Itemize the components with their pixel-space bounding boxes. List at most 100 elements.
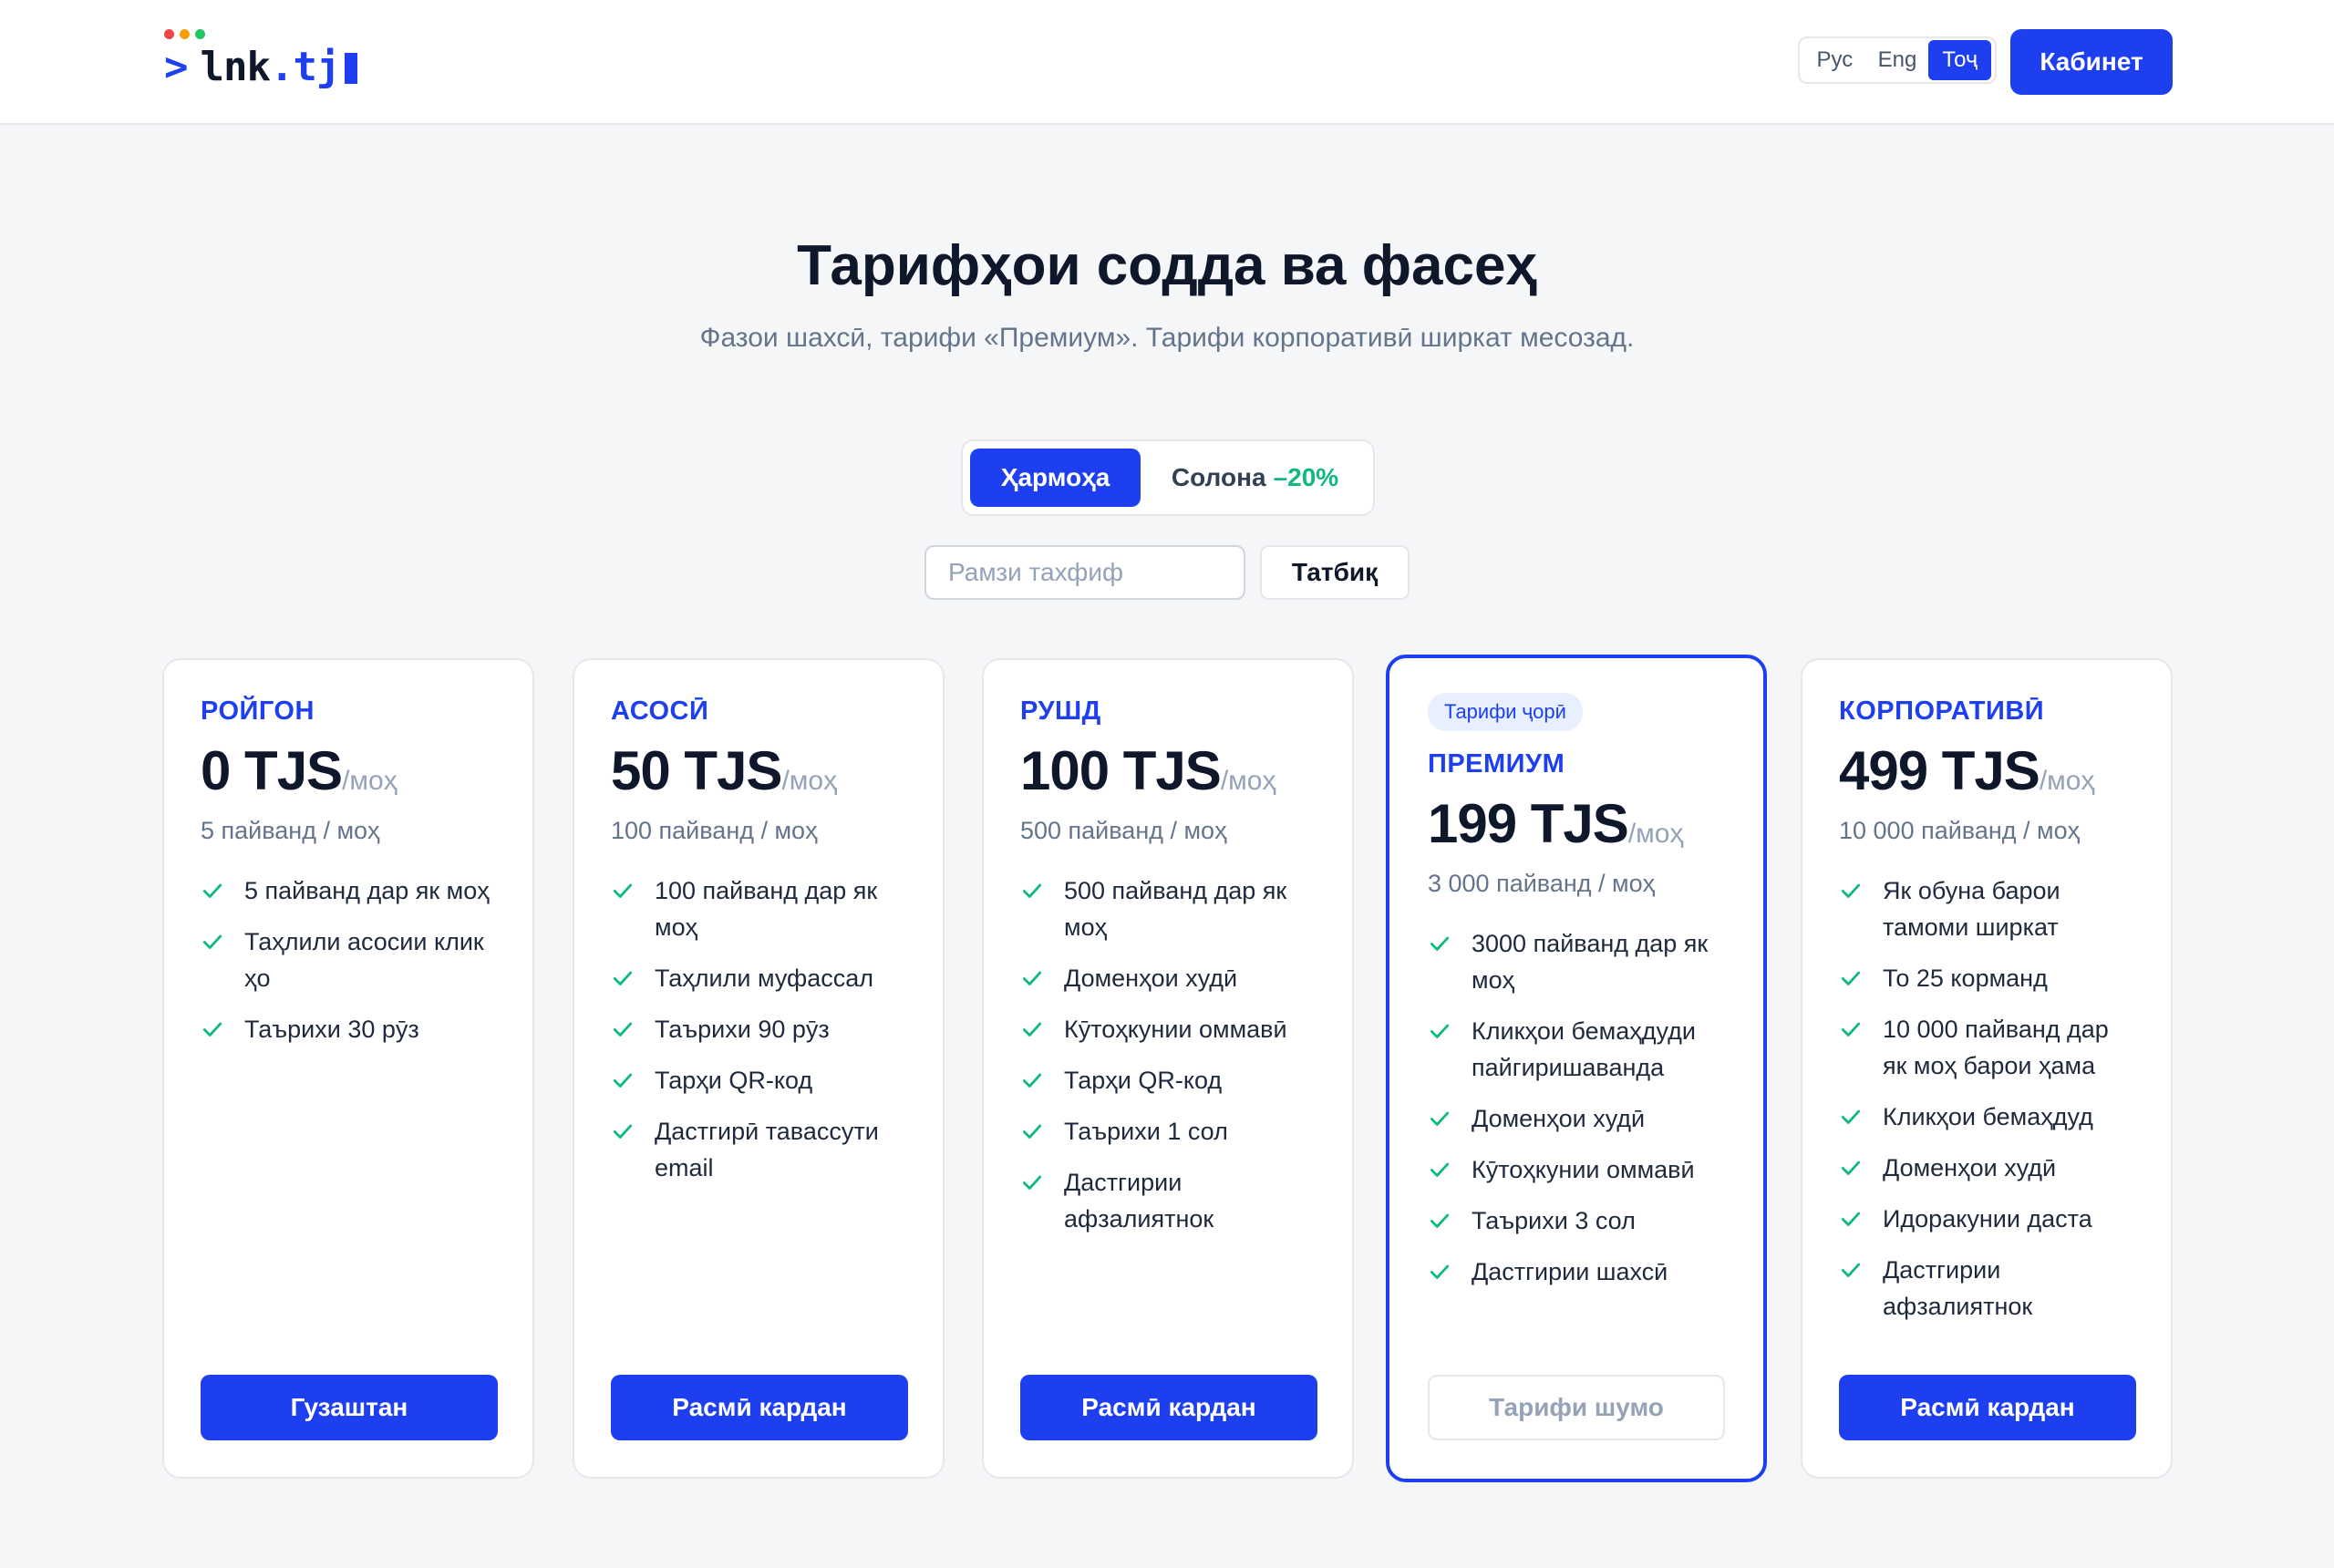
feature-text: То 25 корманд <box>1883 965 2048 992</box>
plan-card-basic: АСОСӢ 50 TJS/моҳ 100 пайванд / моҳ 100 п… <box>573 658 945 1479</box>
check-icon <box>1020 1011 1048 1047</box>
plan-action-button[interactable]: Расмӣ кардан <box>611 1375 908 1440</box>
lang-en-button[interactable]: Eng <box>1866 40 1929 80</box>
feature-item: Доменҳои худӣ <box>1839 1150 2134 1186</box>
logo-text: > lnk.tj <box>164 44 358 90</box>
feature-item: Дастгирии шахсӣ <box>1428 1253 1727 1290</box>
check-icon <box>1839 872 1866 909</box>
plan-action-button[interactable]: Расмӣ кардан <box>1020 1375 1317 1440</box>
check-icon <box>1020 1164 1048 1201</box>
feature-text: 500 пайванд дар як моҳ <box>1064 877 1287 941</box>
current-plan-badge: Тарифи ҷорӣ <box>1428 693 1583 731</box>
plan-name: КОРПОРАТИВӢ <box>1839 696 2045 726</box>
feature-text: 100 пайванд дар як моҳ <box>655 877 878 941</box>
check-icon <box>1428 1253 1455 1290</box>
check-icon <box>611 1011 638 1047</box>
check-icon <box>1020 1113 1048 1150</box>
price-row: 100 TJS/моҳ <box>1020 739 1316 802</box>
lang-tj-button[interactable]: Тоҷ <box>1928 40 1992 80</box>
plan-link-quota: 3 000 пайванд / моҳ <box>1428 870 1656 897</box>
plan-name: АСОСӢ <box>611 696 709 726</box>
feature-text: Дастгирӣ тавассути email <box>655 1118 879 1181</box>
plan-action-button[interactable]: Расмӣ кардан <box>1839 1375 2136 1440</box>
current-plan-button[interactable]: Тарифи шумо <box>1428 1375 1725 1440</box>
plan-name: РУШД <box>1020 696 1101 726</box>
cursor-icon <box>345 53 358 84</box>
feature-item: Дастгирӣ тавассути email <box>611 1113 906 1186</box>
plan-card-free: РОЙГОН 0 TJS/моҳ 5 пайванд / моҳ 5 пайва… <box>162 658 534 1479</box>
check-icon <box>611 1113 638 1150</box>
logo-dot-red <box>164 29 174 39</box>
logo-name: lnk <box>200 44 271 90</box>
monthly-billing-button[interactable]: Ҳармоҳа <box>970 449 1141 507</box>
feature-item: 3000 пайванд дар як моҳ <box>1428 925 1727 998</box>
feature-text: Дастгирии шахсӣ <box>1472 1258 1668 1285</box>
check-icon <box>1428 1202 1455 1239</box>
plan-price: 50 TJS <box>611 740 782 801</box>
billing-period-toggle: Ҳармоҳа Солона –20% <box>961 439 1375 516</box>
check-icon <box>1839 960 1866 996</box>
check-icon <box>1428 1100 1455 1137</box>
promo-code-input[interactable] <box>924 545 1245 600</box>
feature-list: Як обуна барои тамоми ширкат То 25 корман… <box>1839 872 2134 1325</box>
page-subtitle: Фазои шахсӣ, тарифи «Премиум». Тарифи ко… <box>699 323 1635 353</box>
plan-link-quota: 100 пайванд / моҳ <box>611 817 818 844</box>
plan-link-quota: 5 пайванд / моҳ <box>201 817 380 844</box>
feature-item: Доменҳои худӣ <box>1020 960 1316 996</box>
price-row: 0 TJS/моҳ <box>201 739 496 802</box>
price-row: 50 TJS/моҳ <box>611 739 906 802</box>
plan-period: /моҳ <box>342 766 398 796</box>
plan-price: 0 TJS <box>201 740 343 801</box>
feature-item: Кӯтоҳкунии оммавӣ <box>1020 1011 1316 1047</box>
feature-item: Дастгирии афзалиятнок <box>1839 1252 2134 1325</box>
page-title: Тарифҳои содда ва фасеҳ <box>797 234 1537 297</box>
feature-item: Таҳлили асосии клик​ҳо <box>201 923 496 996</box>
feature-text: Клик​ҳои бемаҳдуди пайгиришаванда <box>1472 1017 1696 1081</box>
check-icon <box>1839 1252 1866 1288</box>
feature-text: Таърихи 30 рӯз <box>244 1016 419 1043</box>
plan-card-premium: Тарифи ҷорӣ ПРЕМИУМ 199 TJS/моҳ 3 000 па… <box>1386 655 1767 1482</box>
logo-dot: . <box>269 44 294 90</box>
check-icon <box>201 872 228 909</box>
lang-ru-button[interactable]: Рус <box>1803 40 1866 80</box>
check-icon <box>1839 1150 1866 1186</box>
feature-item: 500 пайванд дар як моҳ <box>1020 872 1316 945</box>
feature-item: Тарҳи QR-код <box>1020 1062 1316 1099</box>
feature-list: 3000 пайванд дар як моҳ Клик​ҳои бемаҳдуд… <box>1428 925 1727 1290</box>
plan-period: /моҳ <box>2039 766 2095 796</box>
check-icon <box>611 872 638 909</box>
plan-name: ПРЕМИУМ <box>1428 749 1565 779</box>
feature-text: Доменҳои худӣ <box>1064 965 1238 992</box>
feature-item: 5 пайванд дар як моҳ <box>201 872 496 909</box>
plan-action-button[interactable]: Гузаштан <box>201 1375 498 1440</box>
check-icon <box>1428 925 1455 962</box>
cabinet-button[interactable]: Кабинет <box>2010 29 2173 95</box>
feature-text: Таърихи 1 сол <box>1064 1118 1228 1145</box>
logo-dots <box>164 29 205 39</box>
feature-item: Таърихи 1 сол <box>1020 1113 1316 1150</box>
feature-list: 500 пайванд дар як моҳ Доменҳои худӣ Кӯтоҳ… <box>1020 872 1316 1237</box>
price-row: 499 TJS/моҳ <box>1839 739 2134 802</box>
feature-item: Доменҳои худӣ <box>1428 1100 1727 1137</box>
apply-promo-button[interactable]: Татбиқ <box>1260 545 1410 600</box>
feature-item: Таърихи 3 сол <box>1428 1202 1727 1239</box>
yearly-billing-button[interactable]: Солона –20% <box>1144 449 1366 507</box>
check-icon <box>1428 1151 1455 1188</box>
logo[interactable]: > lnk.tj <box>164 29 401 93</box>
plan-period: /моҳ <box>1220 766 1276 796</box>
check-icon <box>1020 872 1048 909</box>
price-row: 199 TJS/моҳ <box>1428 792 1727 855</box>
top-bar: > lnk.tj Рус Eng Тоҷ Кабинет <box>0 0 2334 125</box>
plan-link-quota: 500 пайванд / моҳ <box>1020 817 1227 844</box>
feature-item: Таърихи 90 рӯз <box>611 1011 906 1047</box>
feature-text: Таҳлили асосии клик​ҳо <box>244 928 484 992</box>
check-icon <box>1020 960 1048 996</box>
feature-item: Дастгирии афзалиятнок <box>1020 1164 1316 1237</box>
feature-text: Тарҳи QR-код <box>655 1067 813 1094</box>
check-icon <box>1839 1011 1866 1047</box>
feature-item: Клик​ҳои бемаҳдуди пайгиришаванда <box>1428 1013 1727 1086</box>
feature-item: 10 000 пайванд дар як моҳ барои ҳама <box>1839 1011 2134 1084</box>
feature-item: Клик​ҳои бемаҳдуд <box>1839 1099 2134 1135</box>
plan-name: РОЙГОН <box>201 696 315 726</box>
feature-text: Таърихи 3 сол <box>1472 1207 1636 1234</box>
